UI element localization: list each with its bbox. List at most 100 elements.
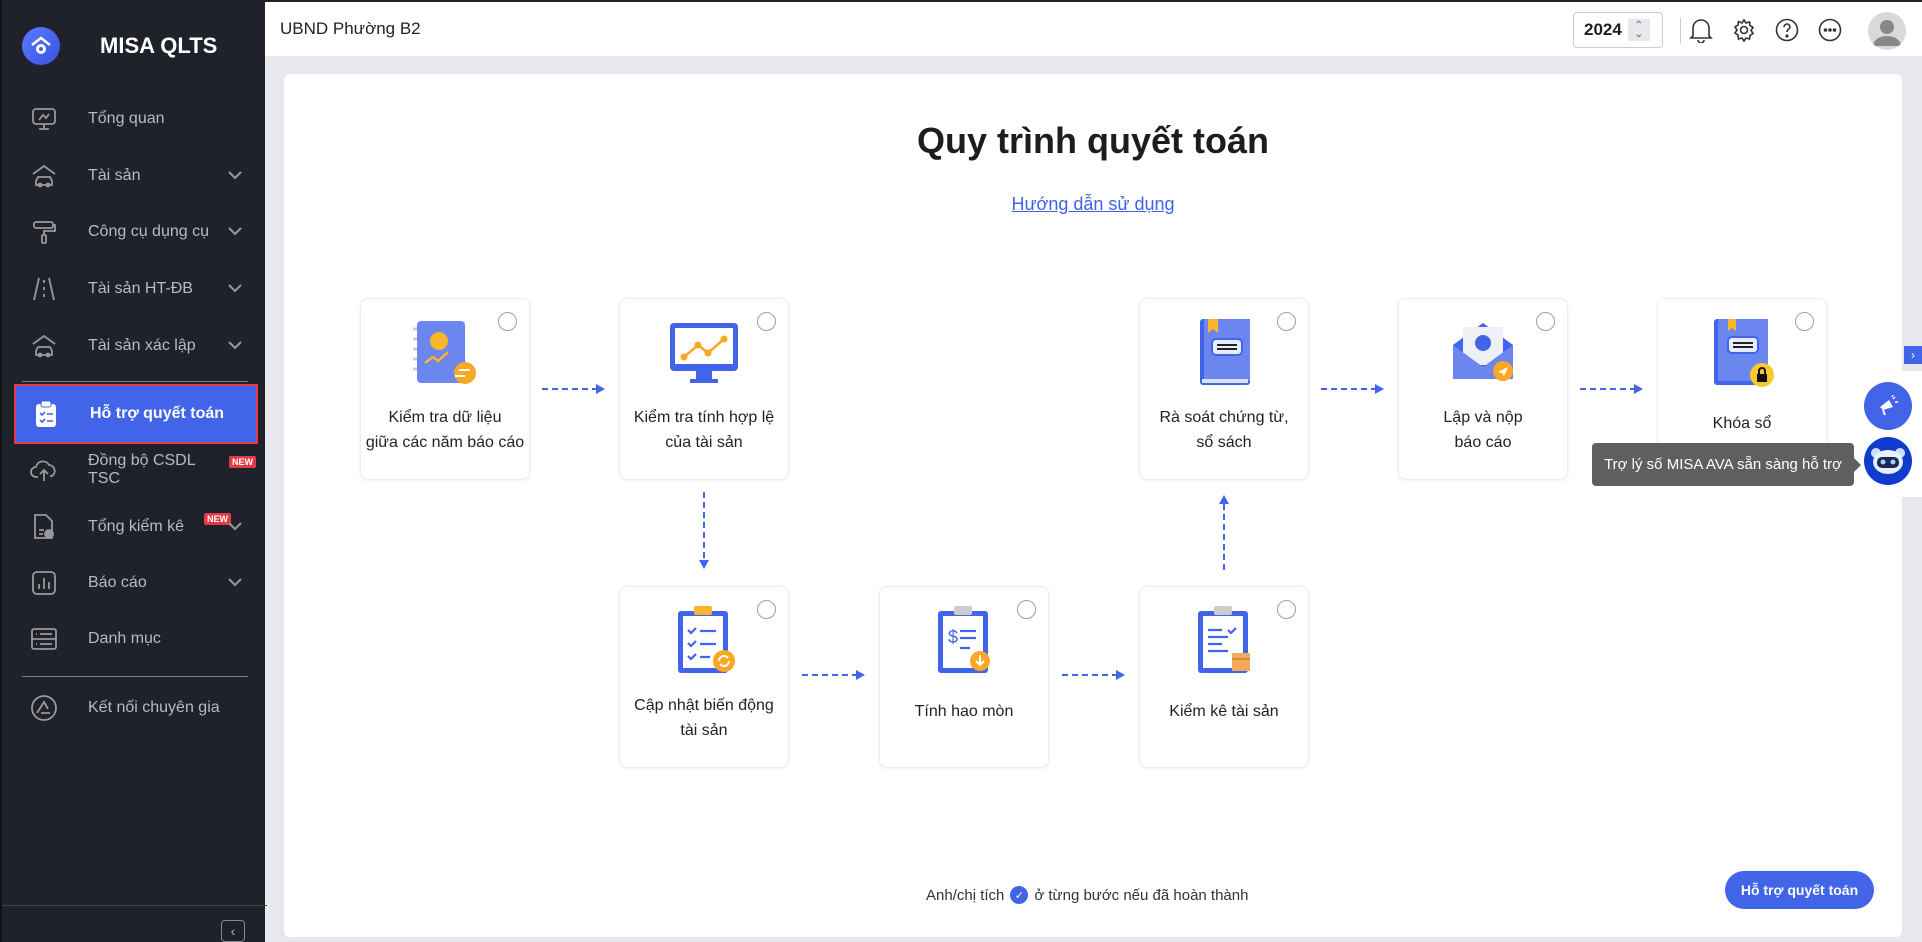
step-label-line2: của tài sản — [665, 434, 743, 451]
logo-house-icon — [22, 27, 60, 65]
house-car-icon — [30, 332, 58, 360]
step-complete-checkbox[interactable] — [1795, 312, 1814, 331]
sidebar-item-label: Danh mục — [88, 630, 161, 647]
announcement-button[interactable] — [1864, 382, 1912, 430]
sidebar-item-label: Tài sản — [88, 167, 141, 184]
page-title: Quy trình quyết toán — [916, 120, 1269, 161]
sidebar-item-label: Tổng kiểm kê — [88, 518, 185, 535]
sidebar-item-label: Tài sản HT-ĐB — [88, 280, 193, 297]
sidebar-bottom-divider — [2, 905, 267, 906]
step-label-line1: Kiểm kê tài sản — [1169, 703, 1279, 720]
ava-assistant-button[interactable] — [1864, 437, 1912, 485]
step-complete-checkbox[interactable] — [757, 600, 776, 619]
app-name: MISA QLTS — [100, 33, 218, 58]
step-card-review-documents[interactable]: Rà soát chứng từ, sổ sách — [1139, 298, 1309, 480]
arrow-right-icon — [1321, 384, 1384, 394]
paint-roller-icon — [30, 218, 58, 246]
arrow-right-icon — [1062, 670, 1125, 680]
step-complete-checkbox[interactable] — [757, 312, 776, 331]
locked-book-icon — [1714, 319, 1774, 387]
assistant-tooltip: Trợ lý số MISA AVA sẵn sàng hỗ trợ — [1592, 443, 1861, 486]
settlement-process-panel: Quy trình quyết toán Hướng dẫn sử dụng K… — [284, 74, 1902, 937]
chevron-down-icon — [228, 223, 242, 241]
sidebar-item-tai-san-xac-lap[interactable]: Tài sản xác lập — [14, 318, 256, 374]
step-card-inventory-check[interactable]: Kiểm kê tài sản — [1139, 586, 1309, 768]
sidebar-item-tong-quan[interactable]: Tổng quan — [14, 91, 256, 147]
expand-right-panel-button[interactable]: › — [1904, 346, 1922, 364]
arrow-up-icon — [1219, 495, 1229, 572]
step-label-line2: giữa các năm báo cáo — [365, 434, 525, 451]
step-complete-checkbox[interactable] — [1017, 600, 1036, 619]
user-guide-link[interactable]: Hướng dẫn sử dụng — [284, 194, 1902, 215]
list-icon — [30, 625, 58, 653]
sidebar-item-tai-san[interactable]: Tài sản — [14, 148, 256, 204]
sidebar-item-label: Tổng quan — [88, 110, 165, 127]
collapse-sidebar-button[interactable]: ‹ — [221, 920, 245, 942]
step-card-check-asset-validity[interactable]: Kiểm tra tính hợp lệ của tài sản — [619, 298, 789, 480]
new-badge: NEW — [229, 456, 256, 468]
step-card-submit-report[interactable]: Lập và nộp báo cáo — [1398, 298, 1568, 480]
step-card-check-data-between-years[interactable]: Kiểm tra dữ liệu giữa các năm báo cáo — [360, 298, 530, 480]
sidebar-divider — [22, 381, 248, 382]
sidebar-item-cong-cu-dung-cu[interactable]: Công cụ dụng cụ — [14, 204, 256, 260]
step-label-line1: Kiểm tra tính hợp lệ — [633, 409, 775, 426]
cloud-upload-icon — [30, 456, 58, 484]
new-badge: NEW — [204, 513, 232, 525]
step-card-update-asset-changes[interactable]: Cập nhật biến động tài sản — [619, 586, 789, 768]
sidebar-item-tong-kiem-ke[interactable]: Tổng kiểm kê NEW — [14, 499, 256, 555]
step-label-line1: Rà soát chứng từ, — [1159, 409, 1289, 426]
clipboard-refresh-icon — [678, 606, 735, 673]
sidebar: MISA QLTS Tổng quan Tài sản Công cụ dụng… — [0, 0, 267, 942]
checkmark-icon: ✓ — [1010, 886, 1029, 904]
step-complete-checkbox[interactable] — [1277, 312, 1296, 331]
step-label-line2: báo cáo — [1454, 434, 1512, 451]
step-label-line2: tài sản — [680, 722, 728, 739]
organization-name: UBND Phường B2 — [280, 19, 421, 38]
arrow-right-icon — [802, 670, 865, 680]
sidebar-item-tai-san-ht-db[interactable]: Tài sản HT-ĐB — [14, 261, 256, 317]
more-icon[interactable] — [1816, 16, 1844, 44]
chevron-left-icon: ‹ — [230, 923, 236, 939]
sidebar-item-ho-tro-quyet-toan[interactable]: Hỗ trợ quyết toán — [14, 384, 258, 444]
stepper-arrows-icon[interactable]: ⌃ ⌄ — [1627, 19, 1650, 41]
step-label-line1: Lập và nộp — [1443, 409, 1523, 426]
sidebar-item-label: Kết nối chuyên gia — [88, 699, 220, 716]
sidebar-item-dong-bo-csdl-tsc[interactable]: Đồng bộ CSDL TSC NEW — [14, 442, 256, 498]
step-card-depreciation[interactable]: $ Tính hao mòn — [879, 586, 1049, 768]
sidebar-item-danh-muc[interactable]: Danh mục — [14, 611, 256, 667]
hint-text-after: ở từng bước nếu đã hoàn thành — [1034, 886, 1249, 904]
help-icon[interactable] — [1773, 16, 1801, 44]
house-car-icon — [30, 162, 58, 190]
sidebar-item-ket-noi-chuyen-gia[interactable]: Kết nối chuyên gia — [14, 680, 256, 736]
app-logo[interactable]: MISA QLTS — [22, 27, 217, 65]
step-complete-checkbox[interactable] — [498, 312, 517, 331]
settlement-support-button[interactable]: Hỗ trợ quyết toán — [1725, 871, 1874, 909]
sidebar-item-label: Tài sản xác lập — [88, 337, 196, 354]
step-complete-checkbox[interactable] — [1536, 312, 1555, 331]
chevron-down-icon — [228, 337, 242, 355]
clipboard-check-icon — [32, 400, 60, 428]
monitor-chart-icon — [670, 323, 738, 383]
completion-hint: Anh/chị tích ✓ ở từng bước nếu đã hoàn t… — [926, 886, 1248, 904]
notebook-chart-icon — [413, 321, 476, 384]
year-value: 2024 — [1584, 20, 1622, 39]
chevron-down-icon — [228, 280, 242, 298]
sidebar-item-label: Công cụ dụng cụ — [88, 223, 209, 240]
step-complete-checkbox[interactable] — [1277, 600, 1296, 619]
chevron-right-icon: › — [1911, 348, 1915, 362]
step-label-line1: Cập nhật biến động — [634, 697, 774, 714]
gear-icon[interactable] — [1730, 16, 1758, 44]
chevron-down-icon — [228, 574, 242, 592]
monitor-chart-icon — [30, 105, 58, 133]
sidebar-item-label: Hỗ trợ quyết toán — [90, 405, 225, 422]
bar-chart-icon — [30, 569, 58, 597]
sidebar-item-bao-cao[interactable]: Báo cáo — [14, 555, 256, 611]
bell-icon[interactable] — [1687, 16, 1715, 44]
book-icon — [1200, 319, 1250, 385]
year-stepper[interactable]: 2024 ⌃ ⌄ — [1573, 12, 1663, 48]
hint-text-before: Anh/chị tích — [926, 886, 1005, 904]
step-label-line1: Kiểm tra dữ liệu — [388, 409, 502, 426]
chevron-down-icon — [228, 518, 242, 536]
envelope-report-icon — [1453, 323, 1513, 381]
user-avatar[interactable] — [1868, 12, 1906, 50]
